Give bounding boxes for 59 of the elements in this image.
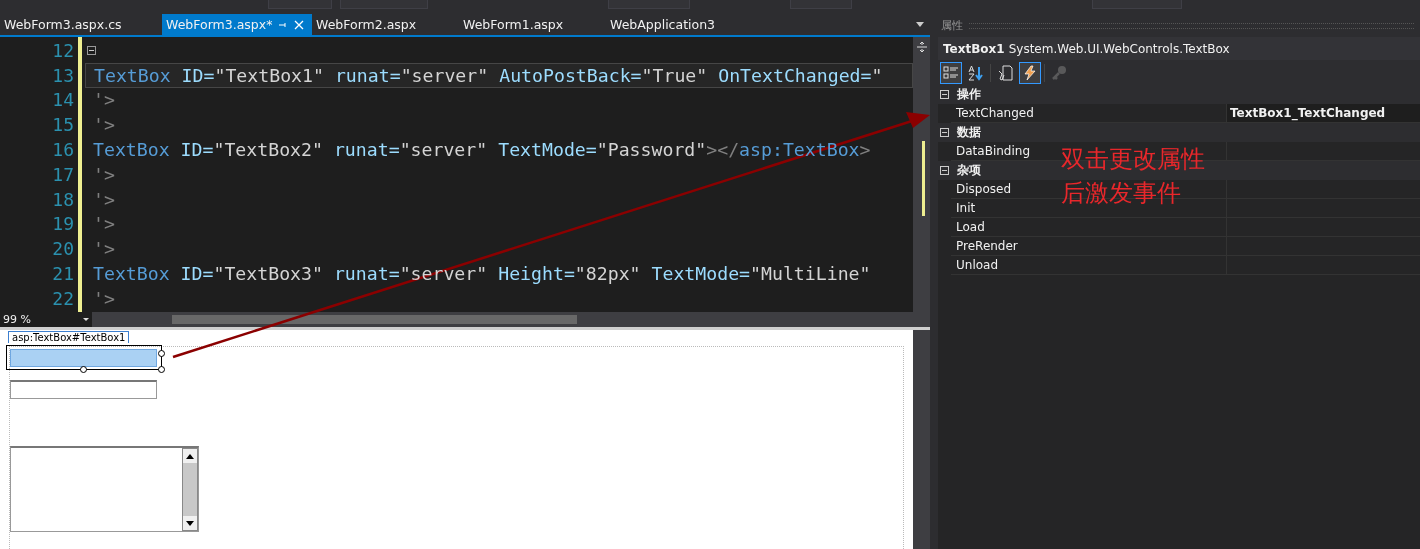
collapse-icon[interactable] [940,166,949,175]
zoom-dropdown[interactable]: 99 % [0,312,92,327]
text-box[interactable] [10,380,157,399]
line-number: 21 [52,263,74,285]
line-number: 16 [52,139,74,161]
collapse-icon[interactable] [940,90,949,99]
property-name[interactable]: Unload [956,258,999,272]
code-line: TextBox ID="TextBox1" runat="server" AutoPostBack="True" OnTextChanged=" [94,64,883,86]
property-name[interactable]: Load [956,220,985,234]
property-name[interactable]: PreRender [956,239,1018,253]
property-name[interactable]: Init [956,201,976,215]
caret-icon [83,318,89,321]
code-line: '> [93,213,115,235]
code-line: '> [93,114,115,136]
collapse-icon[interactable] [87,45,96,55]
line-number: 14 [52,89,74,111]
tab[interactable]: WebForm2.aspx [312,14,459,35]
resize-handle[interactable] [158,350,165,357]
property-name[interactable]: TextChanged [956,106,1034,120]
multiline-text-box[interactable] [10,446,199,532]
vertical-scrollbar[interactable] [913,330,930,549]
horizontal-scrollbar[interactable] [92,312,930,327]
code-line: '> [93,163,115,185]
line-number: 22 [52,287,74,309]
tab-list-icon[interactable] [916,22,924,27]
collapse-icon[interactable] [940,128,949,137]
line-number: 12 [52,39,74,61]
annotation-text: 后激发事件 [1061,178,1182,209]
categorized-icon[interactable] [940,61,962,84]
line-number: 20 [52,238,74,260]
tab[interactable]: WebApplication3 [606,14,720,35]
line-number: 19 [52,213,74,235]
code-line: '> [93,287,115,309]
line-number: 17 [52,163,74,185]
tab[interactable]: WebForm1.aspx [459,14,606,35]
panel-title: 属性 [941,18,963,33]
line-number: 13 [52,64,74,86]
line-number: 15 [52,114,74,136]
resize-handle[interactable] [80,366,87,373]
line-number: 18 [52,188,74,210]
object-selector[interactable]: TextBox1 System.Web.UI.WebControls.TextBox [938,37,1420,60]
tab[interactable]: WebForm3.aspx.cs [0,14,162,35]
annotation-text: 双击更改属性 [1061,144,1205,175]
tag-label: asp:TextBox#TextBox1 [8,331,130,343]
property-name[interactable]: Disposed [956,182,1012,196]
close-icon[interactable] [294,19,305,30]
category-label: 数据 [957,124,981,141]
tab[interactable]: WebForm3.aspx* [162,14,312,35]
lightning-icon[interactable] [1019,61,1041,84]
vertical-scrollbar[interactable] [913,37,930,312]
code-line: '> [93,89,115,111]
category-label: 杂项 [957,162,981,179]
code-line: '> [93,238,115,260]
property-name[interactable]: DataBinding [956,144,1030,158]
code-line: '> [93,188,115,210]
splitter-icon[interactable] [915,41,928,53]
scrollbar[interactable] [182,448,198,531]
category-label: 操作 [957,86,981,103]
resize-handle[interactable] [158,366,165,373]
